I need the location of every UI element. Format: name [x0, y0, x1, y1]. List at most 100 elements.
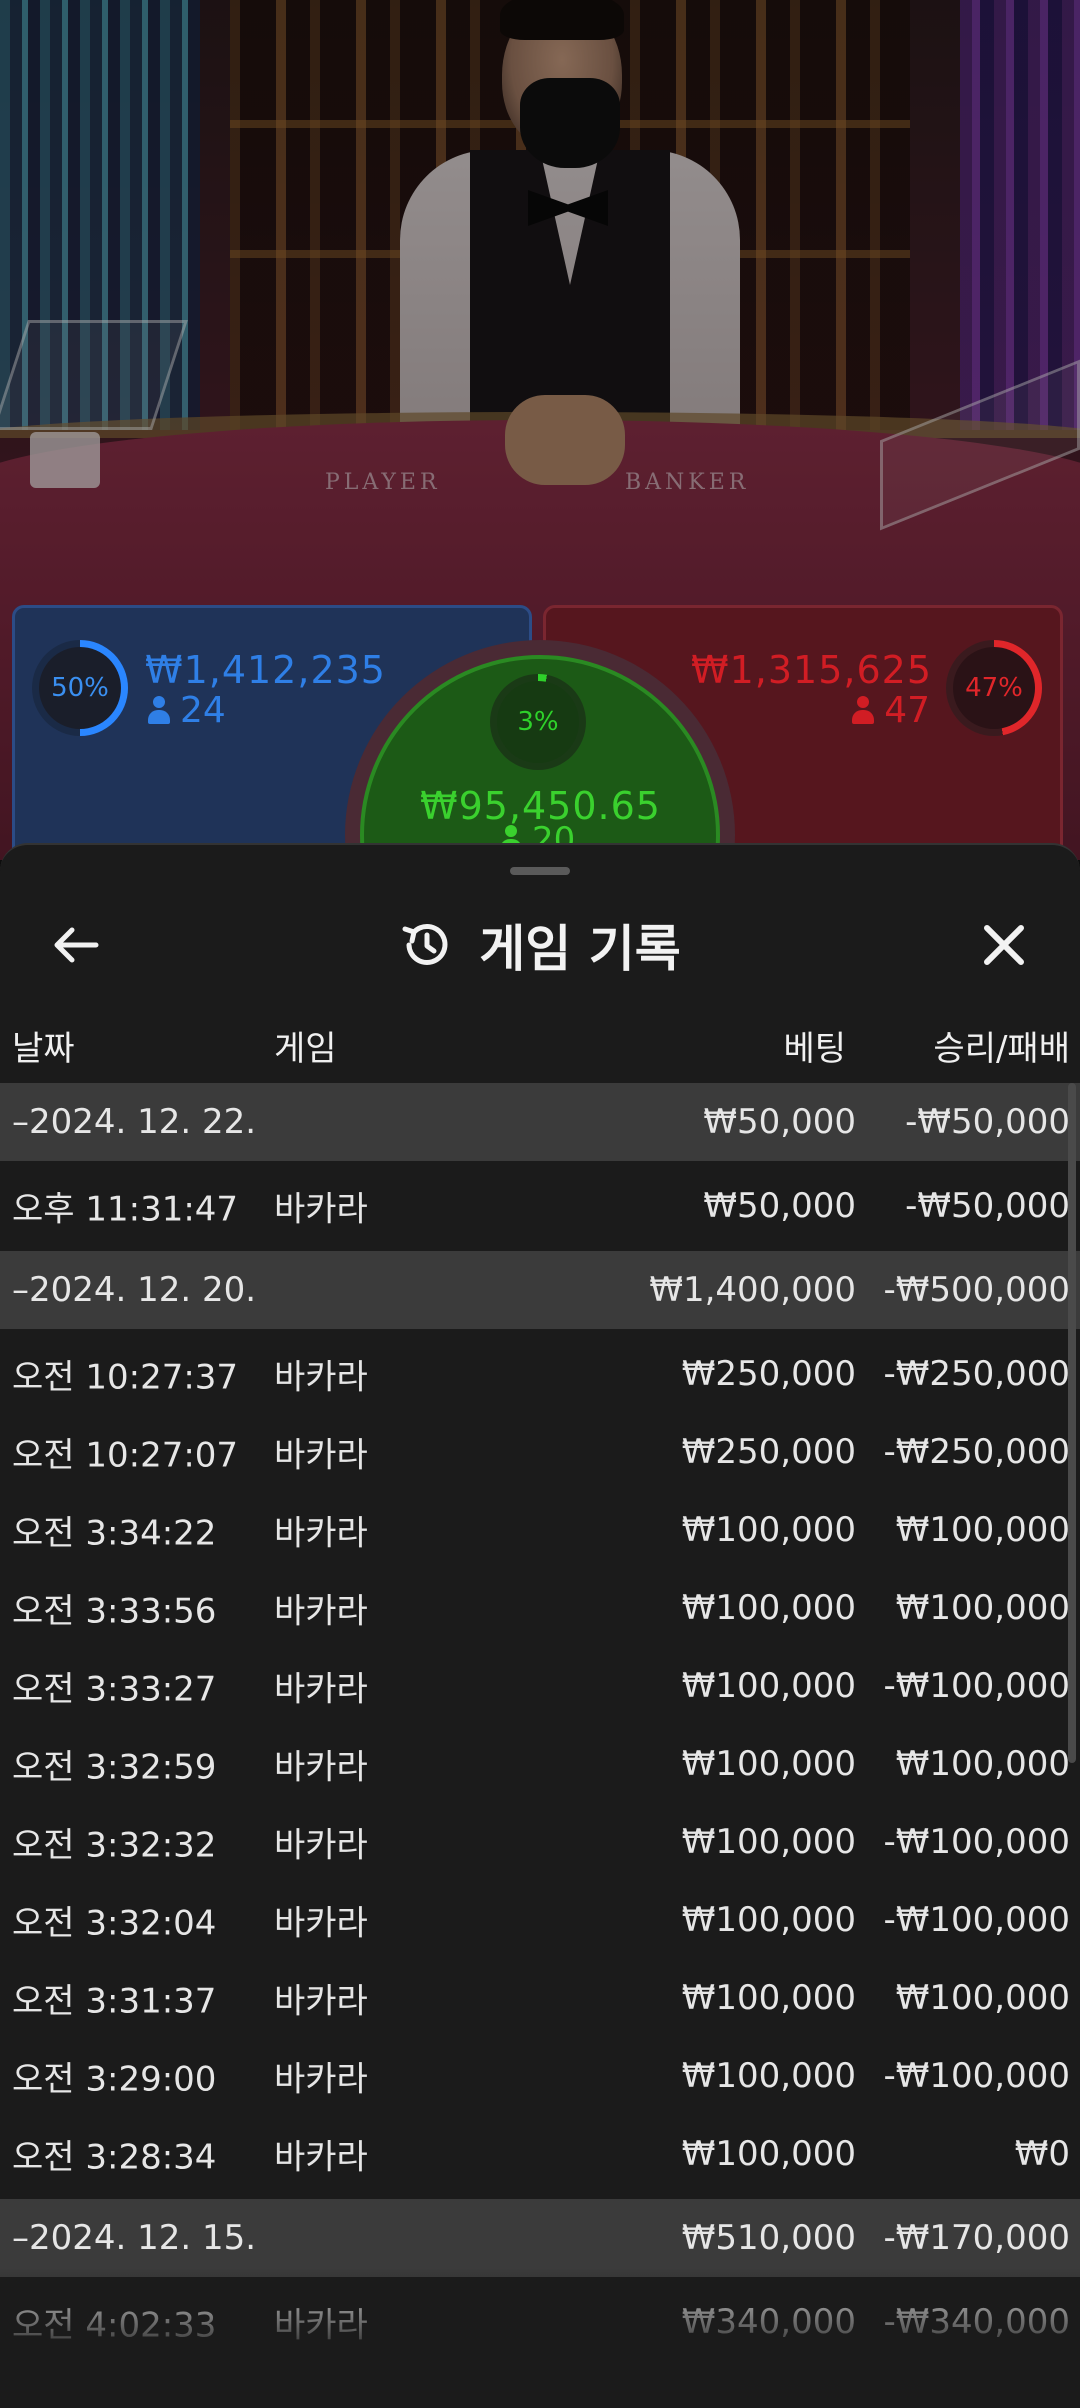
- player-bettor-count: 24: [148, 690, 226, 731]
- row-time: 오전 3:32:32: [12, 1825, 217, 1866]
- row-result: -₩340,000: [883, 2302, 1071, 2342]
- row-game: 바카라: [274, 2305, 368, 2346]
- tie-percent-ring: 3%: [490, 674, 586, 770]
- row-bet: ₩50,000: [703, 1186, 856, 1226]
- row-game: 바카라: [274, 1591, 368, 1632]
- row-bet: ₩100,000: [681, 2134, 856, 2174]
- row-result: -₩100,000: [883, 1822, 1071, 1862]
- table-row[interactable]: 오전 10:27:07 바카라 ₩250,000 -₩250,000: [0, 1413, 1080, 1491]
- row-result: -₩100,000: [883, 2056, 1071, 2096]
- row-game: 바카라: [274, 1981, 368, 2022]
- table-row[interactable]: 오후 11:31:47 바카라 ₩50,000 -₩50,000: [0, 1167, 1080, 1245]
- player-count-value: 24: [180, 690, 226, 731]
- row-game: 바카라: [274, 1747, 368, 1788]
- date-group-row[interactable]: –2024. 12. 15. ₩510,000 -₩170,000: [0, 2199, 1080, 2277]
- row-bet: ₩100,000: [681, 1744, 856, 1784]
- row-game: 바카라: [274, 1189, 368, 1230]
- group-date: –2024. 12. 22.: [12, 1102, 257, 1142]
- row-game: 바카라: [274, 1825, 368, 1866]
- row-result: ₩100,000: [895, 1978, 1070, 2018]
- row-result: ₩100,000: [895, 1510, 1070, 1550]
- table-row[interactable]: 오전 10:27:37 바카라 ₩250,000 -₩250,000: [0, 1335, 1080, 1413]
- person-icon: [148, 696, 170, 724]
- row-result: -₩100,000: [883, 1900, 1071, 1940]
- row-bet: ₩100,000: [681, 1978, 856, 2018]
- banker-percent: 47%: [965, 673, 1023, 703]
- row-time: 오전 10:27:07: [12, 1435, 239, 1476]
- row-bet: ₩250,000: [681, 1432, 856, 1472]
- banker-percent-ring: 47%: [946, 640, 1042, 736]
- player-percent: 50%: [51, 673, 109, 703]
- row-bet: ₩100,000: [681, 2056, 856, 2096]
- tie-percent: 3%: [517, 707, 559, 737]
- group-bet-total: ₩50,000: [703, 1102, 856, 1142]
- banker-count-value: 47: [884, 690, 930, 731]
- row-bet: ₩100,000: [681, 1588, 856, 1628]
- row-time: 오전 3:33:56: [12, 1591, 217, 1632]
- row-result: ₩0: [1014, 2134, 1070, 2174]
- table-row[interactable]: 오전 4:02:33 바카라 ₩340,000 -₩340,000: [0, 2283, 1080, 2361]
- banker-bettor-count: 47: [852, 690, 930, 731]
- table-row[interactable]: 오전 3:33:56 바카라 ₩100,000 ₩100,000: [0, 1569, 1080, 1647]
- table-row[interactable]: 오전 3:29:00 바카라 ₩100,000 -₩100,000: [0, 2037, 1080, 2115]
- row-bet: ₩100,000: [681, 1822, 856, 1862]
- table-row[interactable]: 오전 3:28:34 바카라 ₩100,000 ₩0: [0, 2115, 1080, 2193]
- person-icon: [852, 696, 875, 724]
- sheet-title: 게임 기록: [479, 920, 681, 978]
- row-time: 오전 10:27:37: [12, 1357, 239, 1398]
- scrollbar[interactable]: [1068, 1083, 1076, 1763]
- row-bet: ₩340,000: [681, 2302, 856, 2342]
- row-time: 오전 3:31:37: [12, 1981, 217, 2022]
- row-game: 바카라: [274, 1357, 368, 1398]
- player-percent-ring: 50%: [32, 640, 128, 736]
- row-result: -₩50,000: [905, 1186, 1070, 1226]
- close-button[interactable]: [964, 905, 1044, 985]
- column-header-result: 승리/패배: [933, 1029, 1070, 1069]
- group-result-total: -₩170,000: [883, 2218, 1071, 2258]
- table-row[interactable]: 오전 3:31:37 바카라 ₩100,000 ₩100,000: [0, 1959, 1080, 2037]
- group-result-total: -₩50,000: [905, 1102, 1070, 1142]
- row-bet: ₩100,000: [681, 1510, 856, 1550]
- row-result: ₩100,000: [895, 1744, 1070, 1784]
- row-time: 오전 3:32:04: [12, 1903, 217, 1944]
- row-game: 바카라: [274, 2059, 368, 2100]
- row-game: 바카라: [274, 1903, 368, 1944]
- row-time: 오후 11:31:47: [12, 1189, 239, 1230]
- group-date: –2024. 12. 20.: [12, 1270, 257, 1310]
- date-group-row[interactable]: –2024. 12. 20. ₩1,400,000 -₩500,000: [0, 1251, 1080, 1329]
- column-header-bet: 베팅: [783, 1029, 846, 1069]
- history-icon: [402, 923, 448, 965]
- row-time: 오전 4:02:33: [12, 2305, 217, 2346]
- group-result-total: -₩500,000: [883, 1270, 1071, 1310]
- row-bet: ₩250,000: [681, 1354, 856, 1394]
- row-game: 바카라: [274, 2137, 368, 2178]
- row-time: 오전 3:32:59: [12, 1747, 217, 1788]
- date-group-row[interactable]: –2024. 12. 22. ₩50,000 -₩50,000: [0, 1083, 1080, 1161]
- table-row[interactable]: 오전 3:34:22 바카라 ₩100,000 ₩100,000: [0, 1491, 1080, 1569]
- row-game: 바카라: [274, 1513, 368, 1554]
- history-list[interactable]: –2024. 12. 22. ₩50,000 -₩50,000 오후 11:31…: [0, 1083, 1080, 2361]
- group-bet-total: ₩1,400,000: [649, 1270, 856, 1310]
- column-header-date: 날짜: [12, 1029, 75, 1069]
- table-row[interactable]: 오전 3:32:32 바카라 ₩100,000 -₩100,000: [0, 1803, 1080, 1881]
- row-time: 오전 3:28:34: [12, 2137, 217, 2178]
- row-time: 오전 3:29:00: [12, 2059, 217, 2100]
- row-result: -₩250,000: [883, 1432, 1071, 1472]
- row-result: -₩100,000: [883, 1666, 1071, 1706]
- row-game: 바카라: [274, 1669, 368, 1710]
- row-time: 오전 3:34:22: [12, 1513, 217, 1554]
- row-game: 바카라: [274, 1435, 368, 1476]
- column-header-game: 게임: [274, 1029, 337, 1069]
- group-bet-total: ₩510,000: [681, 2218, 856, 2258]
- row-result: ₩100,000: [895, 1588, 1070, 1628]
- row-time: 오전 3:33:27: [12, 1669, 217, 1710]
- row-bet: ₩100,000: [681, 1900, 856, 1940]
- table-row[interactable]: 오전 3:32:59 바카라 ₩100,000 ₩100,000: [0, 1725, 1080, 1803]
- close-icon: [984, 925, 1024, 965]
- row-result: -₩250,000: [883, 1354, 1071, 1394]
- table-row[interactable]: 오전 3:33:27 바카라 ₩100,000 -₩100,000: [0, 1647, 1080, 1725]
- game-history-sheet: 게임 기록 날짜 게임 베팅 승리/패배 –2024. 12. 22. ₩50,…: [0, 843, 1080, 2408]
- table-row[interactable]: 오전 3:32:04 바카라 ₩100,000 -₩100,000: [0, 1881, 1080, 1959]
- sheet-drag-handle[interactable]: [510, 867, 570, 875]
- sheet-header: 게임 기록: [0, 903, 1080, 987]
